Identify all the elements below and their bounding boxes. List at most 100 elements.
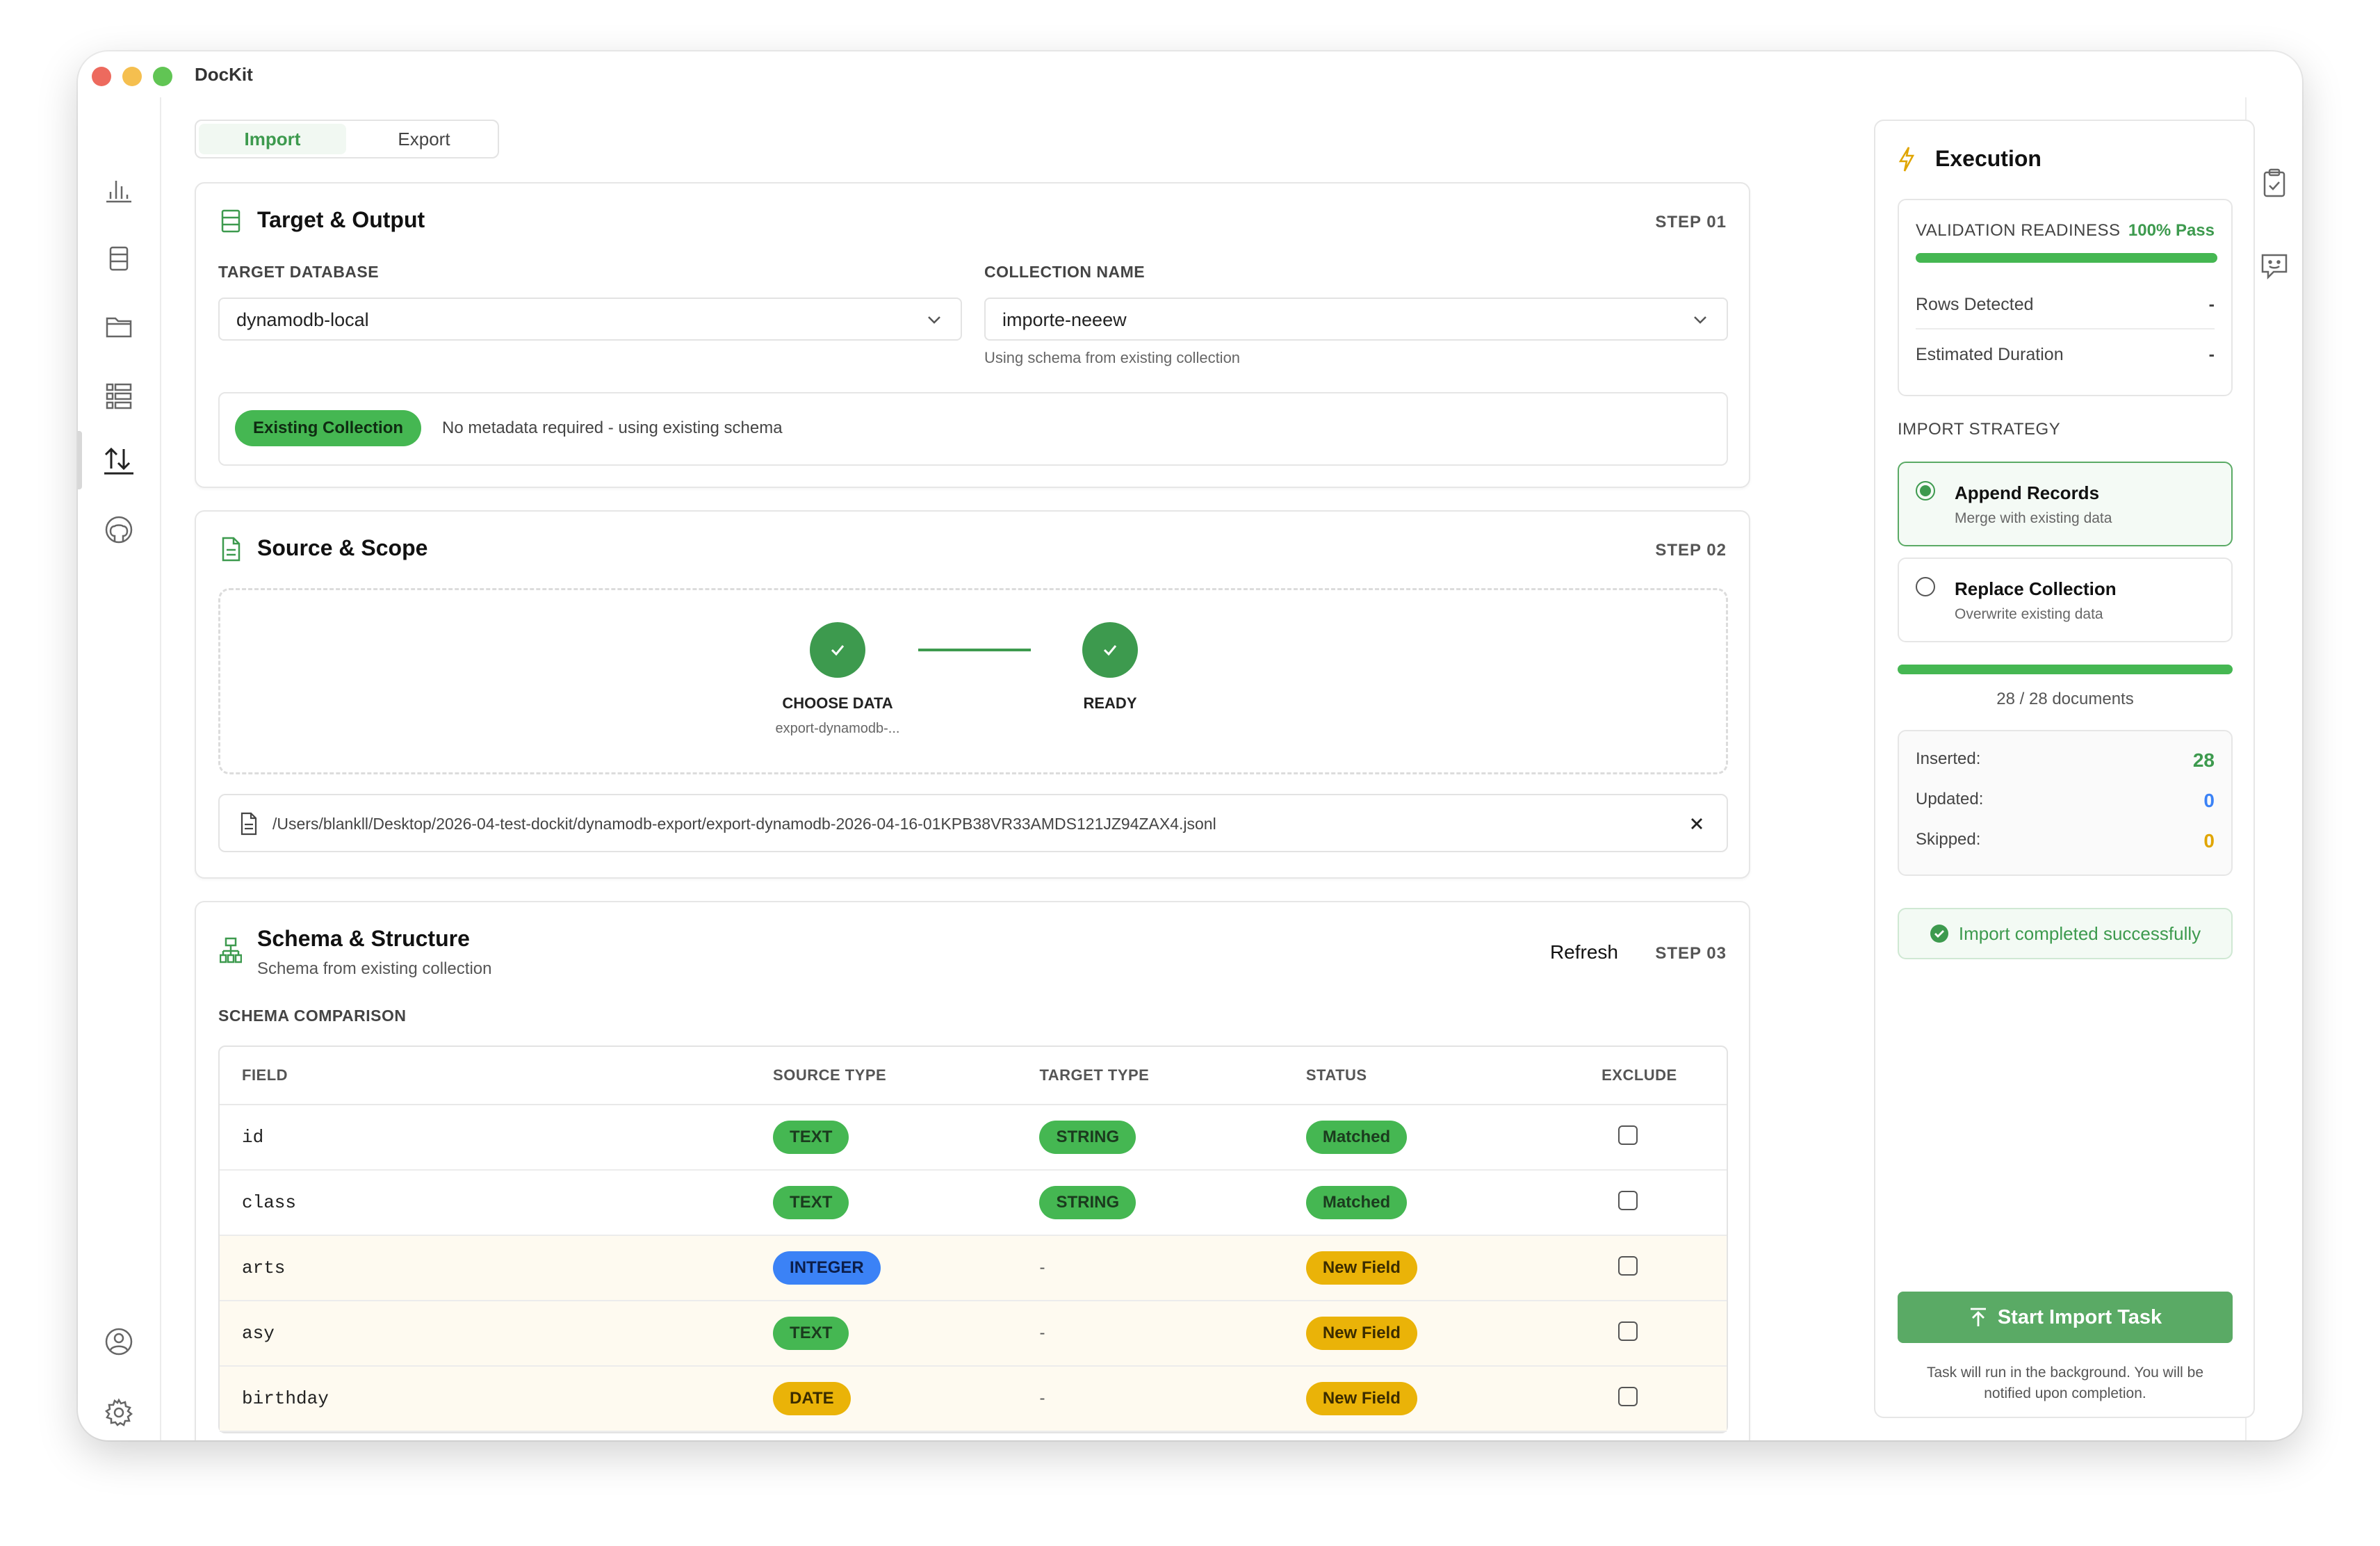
lightning-icon <box>1898 147 1915 172</box>
validation-readiness-label: VALIDATION READINESS <box>1916 221 2121 240</box>
step-connector <box>918 649 1031 651</box>
database-icon <box>109 246 129 271</box>
column-header-target-type[interactable]: TARGET TYPE <box>1017 1047 1284 1105</box>
sidebar-item-list[interactable] <box>101 378 137 414</box>
exclude-checkbox[interactable] <box>1618 1386 1638 1406</box>
status-badge: New Field <box>1305 1382 1417 1415</box>
import-export-icon <box>104 447 133 475</box>
field-name: birthday <box>220 1367 751 1432</box>
file-icon <box>222 537 241 562</box>
status-badge: Matched <box>1305 1121 1408 1154</box>
strategy-option-replace[interactable]: Replace Collection Overwrite existing da… <box>1898 558 2233 642</box>
updated-label: Updated: <box>1916 790 1984 808</box>
app-title: DocKit <box>195 64 253 85</box>
validation-readiness-value: 100% Pass <box>2128 221 2215 240</box>
skipped-row: Skipped: 0 <box>1916 830 2215 852</box>
status-badge: New Field <box>1305 1251 1417 1285</box>
step-choose-data-indicator <box>810 622 865 678</box>
execution-title: Execution <box>1935 146 2041 171</box>
status-badge: Matched <box>1305 1186 1408 1219</box>
target-type-value: - <box>1017 1236 1284 1301</box>
rows-detected-label: Rows Detected <box>1916 295 2034 314</box>
left-sidebar <box>78 97 161 1440</box>
execution-panel: Execution VALIDATION READINESS 100% Pass… <box>1874 120 2255 1418</box>
exclude-checkbox[interactable] <box>1618 1321 1638 1341</box>
start-import-button[interactable]: Start Import Task <box>1898 1292 2233 1343</box>
step-label: STEP 01 <box>1655 213 1727 231</box>
file-icon <box>241 812 257 836</box>
existing-collection-badge: Existing Collection <box>235 410 422 446</box>
sidebar-item-settings[interactable] <box>101 1394 137 1431</box>
source-type-badge: INTEGER <box>773 1251 881 1285</box>
table-row: birthday DATE - New Field <box>220 1367 1727 1432</box>
exclude-checkbox[interactable] <box>1618 1190 1638 1210</box>
sidebar-item-import-export[interactable] <box>101 442 137 478</box>
import-strategy-label: IMPORT STRATEGY <box>1898 420 2061 439</box>
clipboard-button[interactable] <box>2256 165 2292 202</box>
collection-name-label: COLLECTION NAME <box>984 263 1146 281</box>
append-radio[interactable] <box>1916 481 1935 501</box>
target-output-card: Target & Output STEP 01 TARGET DATABASE … <box>195 182 1750 488</box>
step-label: STEP 03 <box>1655 944 1727 963</box>
app-window: DocKit Import Export Target & Output STE… <box>78 51 2302 1440</box>
collection-name-value: importe-neeew <box>1002 309 1127 330</box>
column-header-status[interactable]: STATUS <box>1283 1047 1580 1105</box>
sidebar-item-dashboard[interactable] <box>101 171 137 207</box>
step-label: STEP 02 <box>1655 541 1727 560</box>
metadata-note: No metadata required - using existing sc… <box>442 418 783 437</box>
step-ready-label: READY <box>1083 694 1137 712</box>
estimated-duration-row: Estimated Duration - <box>1916 345 2215 365</box>
column-header-exclude[interactable]: EXCLUDE <box>1579 1047 1727 1105</box>
chatbot-button[interactable] <box>2256 247 2292 284</box>
validation-box: VALIDATION READINESS 100% Pass Rows Dete… <box>1898 199 2233 396</box>
source-type-badge: TEXT <box>773 1186 849 1219</box>
target-type-value: - <box>1017 1301 1284 1367</box>
refresh-button[interactable]: Refresh <box>1550 941 1618 963</box>
source-type-badge: TEXT <box>773 1121 849 1154</box>
target-database-label: TARGET DATABASE <box>218 263 380 281</box>
validation-progress-bar <box>1916 253 2217 263</box>
selected-file-row: /Users/blankll/Desktop/2026-04-test-dock… <box>218 794 1728 852</box>
target-type-badge: STRING <box>1039 1186 1136 1219</box>
data-source-dropzone[interactable]: CHOOSE DATA export-dynamodb-... READY <box>218 588 1728 774</box>
sidebar-item-files[interactable] <box>101 309 137 345</box>
exclude-checkbox[interactable] <box>1618 1125 1638 1145</box>
strategy-option-append[interactable]: Append Records Merge with existing data <box>1898 462 2233 546</box>
step-choose-data-file: export-dynamodb-... <box>775 721 900 736</box>
import-progress-bar <box>1898 665 2233 674</box>
rows-detected-value: - <box>2208 295 2215 314</box>
check-icon <box>1103 645 1117 656</box>
table-row: id TEXT STRING Matched <box>220 1105 1727 1171</box>
inserted-value: 28 <box>2192 749 2215 771</box>
column-header-field[interactable]: FIELD <box>220 1047 751 1105</box>
check-circle-icon <box>1930 925 1948 943</box>
collection-name-select[interactable]: importe-neeew <box>984 298 1728 341</box>
target-database-value: dynamodb-local <box>236 309 369 330</box>
sidebar-item-account[interactable] <box>101 1324 137 1360</box>
replace-radio[interactable] <box>1916 577 1935 596</box>
column-header-source-type[interactable]: SOURCE TYPE <box>751 1047 1018 1105</box>
field-name: class <box>220 1171 751 1236</box>
sidebar-item-database[interactable] <box>101 241 137 277</box>
append-title: Append Records <box>1955 482 2100 503</box>
field-name: arts <box>220 1236 751 1301</box>
gear-icon <box>104 1398 133 1426</box>
chevron-down-icon <box>1694 316 1706 324</box>
target-database-select[interactable]: dynamodb-local <box>218 298 962 341</box>
skipped-label: Skipped: <box>1916 830 1981 849</box>
replace-subtitle: Overwrite existing data <box>1955 606 2103 622</box>
start-import-label: Start Import Task <box>1997 1305 2162 1328</box>
tab-import[interactable]: Import <box>199 124 346 154</box>
zoom-window-button[interactable] <box>153 67 172 86</box>
tab-export[interactable]: Export <box>350 124 498 154</box>
append-subtitle: Merge with existing data <box>1955 510 2112 526</box>
updated-row: Updated: 0 <box>1916 790 2215 811</box>
sidebar-item-github[interactable] <box>101 512 137 548</box>
minimize-window-button[interactable] <box>122 67 142 86</box>
close-icon[interactable] <box>1689 816 1704 831</box>
close-window-button[interactable] <box>92 67 111 86</box>
exclude-checkbox[interactable] <box>1618 1255 1638 1276</box>
field-name: id <box>220 1105 751 1171</box>
file-path: /Users/blankll/Desktop/2026-04-test-dock… <box>272 815 1216 833</box>
upload-icon <box>1970 1308 1986 1326</box>
